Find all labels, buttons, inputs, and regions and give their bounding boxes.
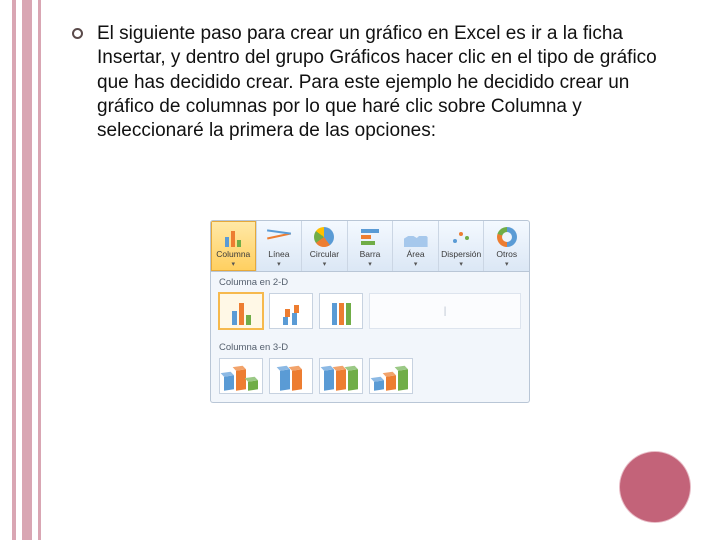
bullet-item: El siguiente paso para crear un gráfico …	[72, 22, 680, 144]
chevron-down-icon: ▾	[323, 261, 327, 268]
chart-type-label: Columna	[216, 249, 250, 259]
chevron-down-icon: ▾	[505, 261, 509, 268]
area-chart-icon	[404, 229, 428, 247]
content-area: El siguiente paso para crear un gráfico …	[72, 22, 680, 144]
chart-type-label: Barra	[360, 249, 381, 259]
chevron-down-icon: ▾	[368, 261, 372, 268]
chart-type-barra[interactable]: Barra ▾	[348, 221, 394, 271]
paragraph-text: El siguiente paso para crear un gráfico …	[97, 22, 657, 144]
gallery-row-2d: |	[211, 291, 529, 337]
chevron-down-icon: ▾	[414, 261, 418, 268]
chart-ribbon-screenshot: Columna ▾ Línea ▾ Circular ▾ Barra ▾ Áre…	[210, 220, 530, 403]
decor-stripe	[22, 0, 32, 540]
chart-type-label: Circular	[310, 249, 339, 259]
chart-type-otros[interactable]: Otros ▾	[484, 221, 529, 271]
chart-type-label: Área	[407, 249, 425, 259]
chevron-down-icon: ▾	[232, 261, 236, 268]
chevron-down-icon: ▾	[277, 261, 281, 268]
chart-type-circular[interactable]: Circular ▾	[302, 221, 348, 271]
line-chart-icon	[265, 225, 293, 247]
chart-type-ribbon: Columna ▾ Línea ▾ Circular ▾ Barra ▾ Áre…	[210, 220, 530, 272]
scatter-chart-icon	[450, 227, 472, 247]
other-charts-icon	[497, 227, 517, 247]
chart-type-linea[interactable]: Línea ▾	[257, 221, 303, 271]
gallery-empty-cell: |	[369, 293, 521, 329]
chart-type-label: Dispersión	[441, 249, 481, 259]
chart-thumb-3d-stacked[interactable]	[269, 358, 313, 394]
chart-type-label: Otros	[496, 249, 517, 259]
chart-type-label: Línea	[268, 249, 289, 259]
decor-stripe	[38, 0, 41, 540]
chevron-down-icon: ▾	[459, 261, 463, 268]
slide: El siguiente paso para crear un gráfico …	[0, 0, 720, 540]
gallery-row-3d	[211, 356, 529, 402]
chart-thumb-stacked-column[interactable]	[269, 293, 313, 329]
chart-thumb-clustered-column[interactable]	[219, 293, 263, 329]
chart-thumb-3d-column[interactable]	[369, 358, 413, 394]
decor-stripe	[12, 0, 16, 540]
column-chart-gallery: Columna en 2-D | Columna en 3-D	[210, 272, 530, 403]
chart-type-area[interactable]: Área ▾	[393, 221, 439, 271]
chart-thumb-3d-clustered[interactable]	[219, 358, 263, 394]
pie-chart-icon	[314, 227, 334, 247]
column-chart-icon	[219, 225, 247, 247]
chart-thumb-100pct-stacked-column[interactable]	[319, 293, 363, 329]
chart-type-columna[interactable]: Columna ▾	[211, 221, 257, 271]
gallery-section-2d-title: Columna en 2-D	[211, 272, 529, 291]
chart-type-dispersion[interactable]: Dispersión ▾	[439, 221, 485, 271]
decor-circle	[620, 452, 690, 522]
chart-thumb-3d-100pct[interactable]	[319, 358, 363, 394]
bar-chart-icon	[361, 227, 379, 247]
bullet-icon	[72, 28, 83, 39]
gallery-section-3d-title: Columna en 3-D	[211, 337, 529, 356]
